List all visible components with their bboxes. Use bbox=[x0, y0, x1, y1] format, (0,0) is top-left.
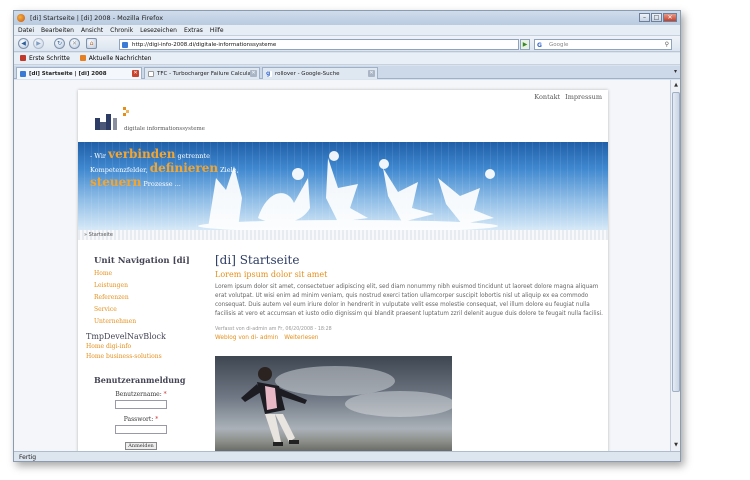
menu-bar: Datei Bearbeiten Ansicht Chronik Lesezei… bbox=[14, 25, 680, 36]
menu-bearbeiten[interactable]: Bearbeiten bbox=[41, 25, 74, 35]
tab-bar: [di] Startseite | [di] 2008 ✕ TFC - Turb… bbox=[14, 66, 680, 79]
logo-text: digitale informationssysteme bbox=[124, 126, 205, 132]
menu-datei[interactable]: Datei bbox=[18, 25, 34, 35]
password-label: Passwort: * bbox=[123, 416, 159, 423]
go-button[interactable]: ▶ bbox=[520, 39, 530, 50]
read-more-link[interactable]: Weiterlesen bbox=[284, 335, 318, 341]
article-meta: Verfasst von di-admin am Fr, 06/20/2008 … bbox=[215, 327, 332, 332]
article-links: Weblog von di- admin Weiterlesen bbox=[215, 335, 605, 341]
devel-block-title: TmpDevelNavBlock bbox=[86, 332, 166, 341]
link-kontakt[interactable]: Kontakt bbox=[534, 93, 560, 101]
google-icon: g bbox=[266, 70, 272, 77]
minimize-button[interactable]: – bbox=[639, 13, 650, 22]
jumping-man-figure bbox=[241, 367, 307, 446]
nav-item-home[interactable]: Home bbox=[94, 270, 200, 278]
link-home-digi-info[interactable]: Home digi-info bbox=[86, 343, 200, 351]
nav-item-unternehmen[interactable]: Unternehmen bbox=[94, 318, 200, 326]
window-controls: – □ ✕ bbox=[639, 13, 677, 22]
weblog-link[interactable]: Weblog von di- admin bbox=[215, 335, 278, 341]
close-button[interactable]: ✕ bbox=[663, 13, 677, 22]
url-bar[interactable]: http://digi-info-2008.di/digitale-inform… bbox=[119, 39, 519, 50]
article-title[interactable]: Lorem ipsum dolor sit amet bbox=[215, 270, 605, 279]
password-input[interactable] bbox=[115, 425, 167, 434]
tab-tfc[interactable]: TFC - Turbocharger Failure Calcula... ✕ bbox=[144, 67, 260, 79]
rss-icon bbox=[79, 55, 86, 61]
status-text: Fertig bbox=[19, 454, 37, 461]
status-bar: Fertig bbox=[14, 451, 680, 461]
cloud-shape bbox=[345, 391, 452, 417]
search-input[interactable]: G Google ⚲ bbox=[534, 39, 672, 50]
page-title: [di] Startseite bbox=[215, 253, 300, 267]
jumping-people-silhouette-image bbox=[198, 151, 498, 230]
menu-ansicht[interactable]: Ansicht bbox=[81, 25, 103, 35]
site-favicon-icon bbox=[122, 42, 128, 48]
header-banner: - Wir verbinden getrennte Kompetenzfelde… bbox=[78, 142, 608, 230]
tab-close-icon[interactable]: ✕ bbox=[250, 70, 257, 77]
bookmark-aktuelle-nachrichten[interactable]: Aktuelle Nachrichten bbox=[79, 53, 152, 64]
main-content: [di] Startseite Lorem ipsum dolor sit am… bbox=[215, 253, 605, 341]
web-page: Kontakt Impressum digitale informationss… bbox=[78, 90, 608, 451]
menu-chronik[interactable]: Chronik bbox=[110, 25, 133, 35]
menu-extras[interactable]: Extras bbox=[184, 25, 203, 35]
top-links: Kontakt Impressum bbox=[534, 93, 602, 101]
home-icon[interactable]: ⌂ bbox=[86, 38, 97, 49]
nav-item-referenzen[interactable]: Referenzen bbox=[94, 294, 200, 302]
scroll-down-icon[interactable]: ▼ bbox=[672, 441, 680, 450]
navigation-toolbar: ◀ ▶ ↻ ✕ ⌂ http://digi-info-2008.di/digit… bbox=[14, 36, 680, 52]
stop-icon[interactable]: ✕ bbox=[69, 38, 80, 49]
tab-close-icon[interactable]: ✕ bbox=[132, 70, 139, 77]
link-impressum[interactable]: Impressum bbox=[565, 93, 602, 101]
nav-item-leistungen[interactable]: Leistungen bbox=[94, 282, 200, 290]
search-icon[interactable]: ⚲ bbox=[665, 40, 669, 50]
article-body: Lorem ipsum dolor sit amet, consectetuer… bbox=[215, 284, 603, 317]
browser-window: [di] Startseite | [di] 2008 - Mozilla Fi… bbox=[13, 10, 681, 462]
menu-lesezeichen[interactable]: Lesezeichen bbox=[140, 25, 177, 35]
url-text: http://digi-info-2008.di/digitale-inform… bbox=[132, 42, 277, 48]
login-button[interactable]: Anmelden bbox=[125, 442, 157, 450]
tab-close-icon[interactable]: ✕ bbox=[368, 70, 375, 77]
tab-favicon-icon bbox=[20, 71, 26, 77]
tab-rollover-google[interactable]: g rollover - Google-Suche ✕ bbox=[262, 67, 378, 79]
title-bar: [di] Startseite | [di] 2008 - Mozilla Fi… bbox=[14, 11, 680, 25]
page-viewport: Kontakt Impressum digitale informationss… bbox=[14, 80, 670, 451]
tab-startseite[interactable]: [di] Startseite | [di] 2008 ✕ bbox=[16, 67, 142, 79]
scroll-up-icon[interactable]: ▲ bbox=[672, 81, 680, 90]
nav-item-service[interactable]: Service bbox=[94, 306, 200, 314]
login-title: Benutzeranmeldung bbox=[94, 375, 186, 385]
sidebar: Unit Navigation [di] Home Leistungen Ref… bbox=[82, 250, 200, 450]
firefox-icon bbox=[17, 14, 25, 22]
search-placeholder: Google bbox=[549, 42, 569, 48]
link-home-business-solutions[interactable]: Home business-solutions bbox=[86, 353, 200, 361]
maximize-button[interactable]: □ bbox=[651, 13, 662, 22]
bookmark-erste-schritte[interactable]: Erste Schritte bbox=[20, 53, 70, 64]
vertical-scrollbar[interactable]: ▲ ▼ bbox=[670, 80, 680, 451]
forward-icon[interactable]: ▶ bbox=[33, 38, 44, 49]
google-icon: G bbox=[537, 42, 542, 49]
page-icon bbox=[148, 71, 154, 77]
menu-hilfe[interactable]: Hilfe bbox=[210, 25, 224, 35]
breadcrumb[interactable]: » Startseite bbox=[78, 230, 608, 240]
banner-slogan: - Wir verbinden getrennte Kompetenzfelde… bbox=[90, 147, 239, 189]
bookmark-icon bbox=[20, 55, 26, 61]
tab-list-icon[interactable]: ▾ bbox=[674, 68, 677, 75]
reload-icon[interactable]: ↻ bbox=[54, 38, 65, 49]
window-title: [di] Startseite | [di] 2008 - Mozilla Fi… bbox=[30, 14, 164, 22]
unit-navigation-title: Unit Navigation [di] bbox=[94, 256, 190, 266]
bookmarks-toolbar: Erste Schritte Aktuelle Nachrichten bbox=[14, 53, 680, 65]
article-photo bbox=[215, 356, 452, 451]
back-icon[interactable]: ◀ bbox=[18, 38, 29, 49]
username-label: Benutzername: * bbox=[115, 391, 167, 398]
scrollbar-thumb[interactable] bbox=[672, 92, 680, 392]
username-input[interactable] bbox=[115, 400, 167, 409]
